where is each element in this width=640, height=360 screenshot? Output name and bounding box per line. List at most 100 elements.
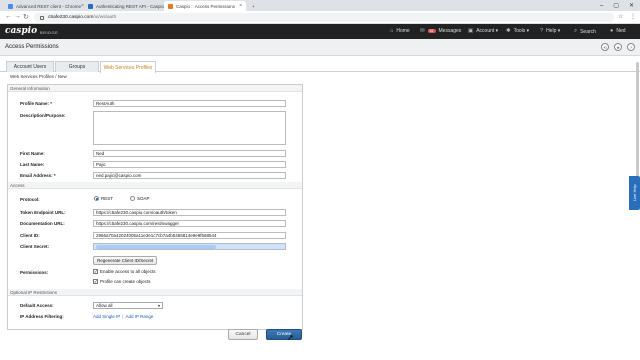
browser-tab-3[interactable]: Caspio :: Access Permissions × (164, 1, 246, 11)
permission-create-objects-checkbox[interactable]: ✓ Profile can create objects (93, 279, 151, 284)
create-button[interactable]: Create (266, 329, 302, 340)
regenerate-client-button[interactable]: Regenerate Client ID/Secret (93, 256, 158, 265)
label-email: Email Address: * (20, 173, 56, 178)
redacted-secret (96, 245, 216, 249)
description-textarea[interactable] (93, 111, 286, 145)
close-window-button[interactable]: ✕ (629, 2, 634, 9)
address-bar-row: ← → ↻ c5afe230.caspio.com /ui/ws/auth ☆ … (0, 11, 640, 24)
scrollbar-thumb[interactable] (636, 62, 639, 182)
first-name-input[interactable]: Ned (93, 150, 286, 157)
label-doc-url: Documentation URL: (20, 221, 65, 226)
section-access: Access (8, 182, 302, 189)
nav-account[interactable]: ▣ Account ▾ (468, 28, 498, 34)
browser-tab-title: Authenticating REST API - Caspio (96, 3, 164, 9)
radio-selected-icon (94, 196, 99, 201)
protocol-soap-radio[interactable]: SOAP (130, 196, 150, 201)
account-icon: ▣ (468, 28, 474, 34)
tools-icon: ✱ (506, 28, 511, 34)
search-icon: ⌕ (574, 28, 578, 34)
page-title: Access Permissions (5, 44, 59, 50)
lock-icon (40, 15, 44, 20)
label-permissions: Permissions: (20, 270, 49, 275)
page-header: Access Permissions ⟲ ★ ? (0, 39, 640, 56)
tab-groups[interactable]: Groups (55, 61, 99, 72)
last-name-input[interactable]: Pajic (93, 161, 286, 168)
tab-favicon-icon (88, 3, 93, 9)
breadcrumb: Web Services Profiles / New (10, 74, 67, 79)
help-circle-icon[interactable]: ? (627, 43, 635, 51)
menu-dots-icon[interactable]: ⋮ (630, 13, 636, 20)
browser-tab-title: Advanced REST client - Chrome (16, 3, 81, 9)
nav-messages[interactable]: ✉ 51 Messages (420, 28, 461, 34)
home-icon: ⌂ (390, 28, 394, 34)
label-first-name: First Name: (20, 151, 45, 156)
add-single-ip-link[interactable]: Add Single IP (93, 314, 120, 319)
nav-search[interactable]: ⌕ Search (574, 28, 596, 35)
tab-web-services-profiles[interactable]: Web Services Profiles (100, 61, 156, 73)
doc-url-input[interactable]: https://c5afe230.caspio.com/rest/swagger (93, 220, 286, 227)
breadcrumb-current: New (57, 74, 67, 79)
app-top-nav: caspio BRIDGE ⌂ Home ✉ 51 Messages ▣ Acc… (0, 24, 640, 39)
mouse-pointer-icon: ➚ (287, 333, 294, 342)
checkbox-checked-icon: ✓ (93, 269, 98, 274)
permission-tabs: Account Users Groups Web Services Profil… (0, 56, 640, 73)
bookmark-star-icon[interactable]: ☆ (618, 13, 623, 20)
ip-filter-links: Add Single IP | Add IP Range (93, 314, 153, 319)
url-host: c5afe230.caspio.com (48, 15, 94, 20)
profile-form: General Information Profile Name: * Rest… (7, 84, 303, 330)
browser-tab-2[interactable]: Authenticating REST API - Caspio × (84, 1, 164, 11)
email-input[interactable]: ned.pajic@caspio.com (93, 172, 286, 179)
label-profile-name: Profile Name: * (20, 101, 53, 106)
browser-tab-strip: Advanced REST client - Chrome × Authenti… (0, 0, 640, 11)
label-last-name: Last Name: (20, 162, 45, 167)
live-help-tab[interactable]: Live Help (629, 176, 640, 210)
tab-favicon-icon (168, 3, 173, 9)
label-protocol: Protocol: (20, 197, 40, 202)
back-icon[interactable]: ← (5, 13, 12, 20)
nav-user[interactable]: ● Ned (610, 28, 626, 34)
help-icon: ? (540, 28, 544, 34)
breadcrumb-separator: / (55, 74, 57, 79)
url-field[interactable]: c5afe230.caspio.com /ui/ws/auth (34, 13, 614, 22)
permission-all-objects-checkbox[interactable]: ✓ Enable access to all objects (93, 269, 156, 274)
forward-icon[interactable]: → (14, 13, 21, 20)
star-icon[interactable]: ★ (614, 43, 622, 51)
share-icon[interactable]: ⟲ (601, 43, 609, 51)
url-path: /ui/ws/auth (93, 15, 117, 20)
tab-favicon-icon (8, 3, 13, 9)
default-access-select[interactable]: Allow all ▾ (93, 302, 163, 309)
label-token-url: Token Endpoint URL: (20, 210, 66, 215)
profile-name-input[interactable]: RestAuth (93, 100, 286, 107)
browser-tab-1[interactable]: Advanced REST client - Chrome × (4, 1, 84, 11)
new-tab-button[interactable]: + (248, 1, 258, 11)
chevron-down-icon: ▾ (157, 303, 160, 308)
logo-subtitle: BRIDGE (40, 30, 59, 35)
checkbox-checked-icon: ✓ (93, 279, 98, 284)
section-optional-ip: Optional IP Restrictions (8, 289, 302, 296)
minimize-button[interactable]: – (600, 3, 603, 9)
caspio-logo[interactable]: caspio (5, 26, 37, 36)
reload-icon[interactable]: ↻ (23, 13, 29, 21)
maximize-button[interactable]: ▢ (613, 2, 619, 9)
nav-help[interactable]: ? Help ▾ (540, 28, 560, 34)
nav-tools[interactable]: ✱ Tools ▾ (506, 28, 529, 34)
protocol-rest-radio[interactable]: REST (94, 196, 113, 201)
add-ip-range-link[interactable]: Add IP Range (125, 314, 153, 319)
mail-icon: ✉ (420, 28, 425, 34)
nav-home[interactable]: ⌂ Home (390, 28, 410, 34)
window-controls: – ▢ ✕ (600, 0, 634, 11)
link-separator: | (122, 314, 124, 319)
browser-tab-title: Caspio :: Access Permissions (176, 3, 236, 9)
cancel-button[interactable]: Cancel (228, 329, 258, 340)
tab-account-users[interactable]: Account Users (6, 61, 54, 72)
client-id-input[interactable]: 2966a70a42024005a11e3e1c7cb7a4b0465814e9… (93, 232, 286, 239)
token-url-input[interactable]: https://c5afe230.caspio.com/oauth/token (93, 209, 286, 216)
label-description: Description/Purpose: (20, 113, 66, 118)
messages-badge: 51 (427, 29, 436, 33)
label-client-id: Client ID: (20, 233, 40, 238)
label-ip-filtering: IP Address Filtering: (20, 314, 64, 319)
client-secret-input[interactable] (93, 243, 286, 250)
breadcrumb-link[interactable]: Web Services Profiles (10, 74, 54, 79)
close-icon[interactable]: × (239, 3, 242, 9)
section-general: General Information (8, 85, 302, 92)
